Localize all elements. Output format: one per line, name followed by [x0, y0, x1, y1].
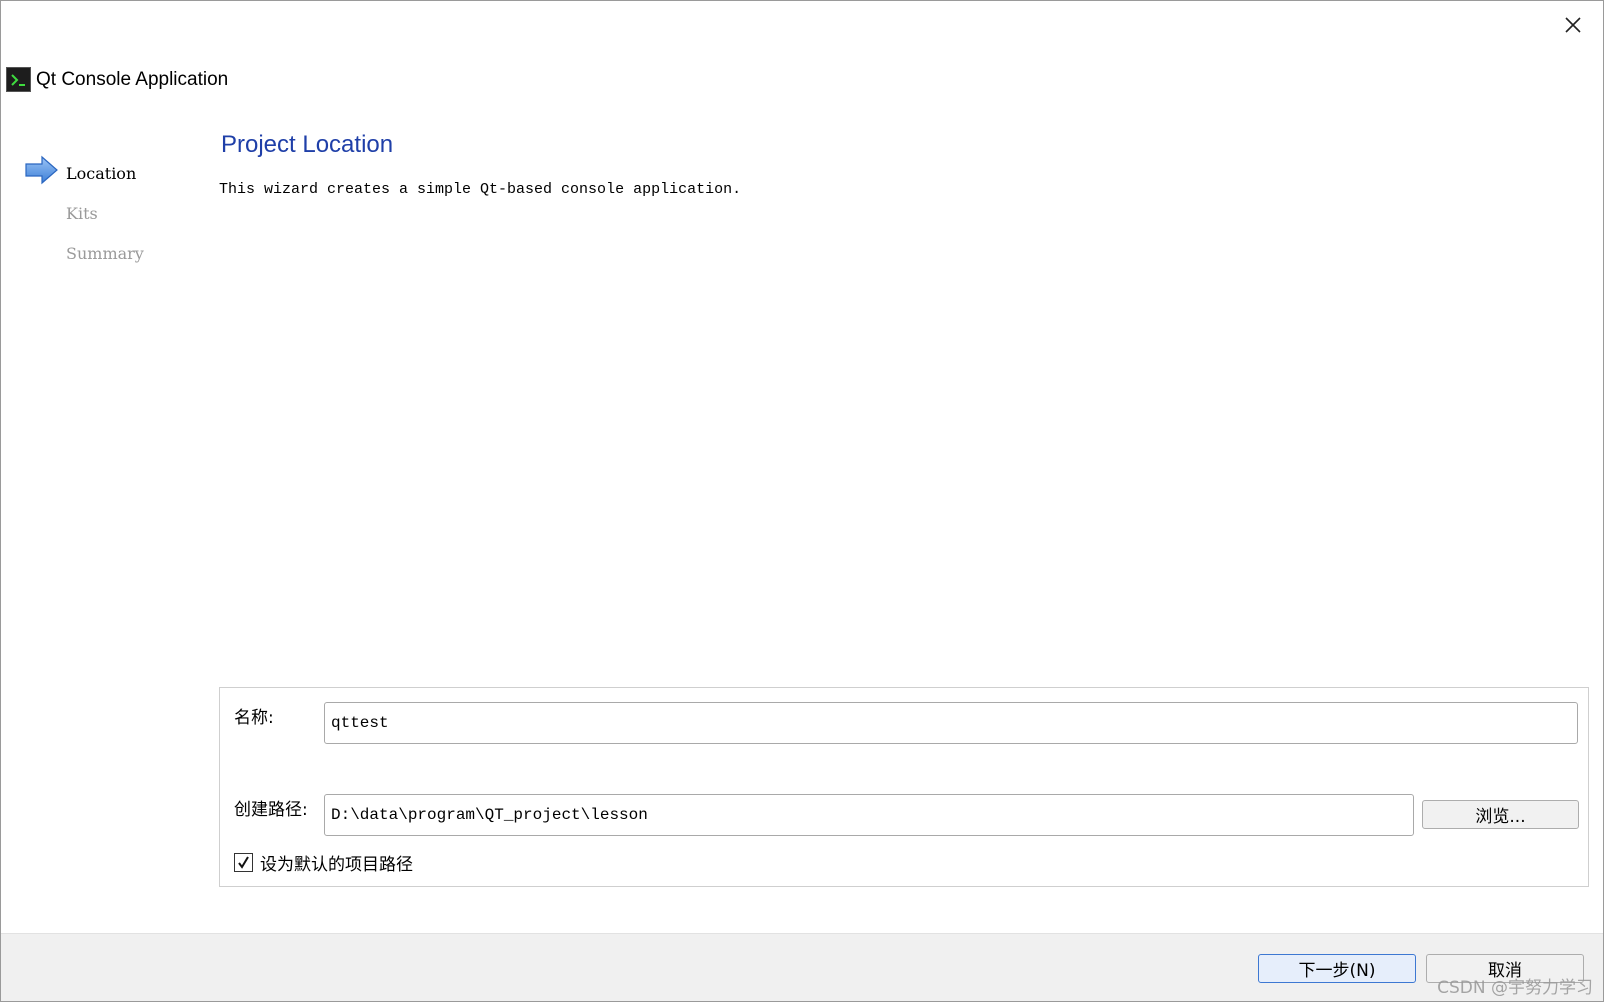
step-label: Kits: [66, 203, 98, 223]
default-path-option[interactable]: 设为默认的项目路径: [234, 850, 413, 875]
step-label: Location: [66, 163, 137, 183]
wizard-steps: Location Kits Summary: [25, 153, 144, 273]
step-kits: Kits: [25, 193, 144, 233]
step-label: Summary: [66, 243, 144, 263]
path-label: 创建路径:: [234, 800, 308, 820]
step-location: Location: [25, 153, 144, 193]
wizard-window: Qt Console Application Location Kits Sum…: [0, 0, 1604, 1002]
default-path-label: 设为默认的项目路径: [260, 855, 413, 875]
page-description: This wizard creates a simple Qt-based co…: [219, 181, 742, 198]
step-summary: Summary: [25, 233, 144, 273]
name-input[interactable]: qttest: [324, 702, 1578, 744]
browse-button[interactable]: 浏览...: [1422, 800, 1579, 829]
arrow-right-icon: [25, 155, 58, 185]
default-path-checkbox[interactable]: [234, 853, 253, 872]
wizard-footer: 下一步(N) 取消: [1, 933, 1603, 1001]
next-button[interactable]: 下一步(N): [1258, 954, 1416, 983]
project-form: 名称: qttest 创建路径: D:\data\program\QT_proj…: [219, 687, 1589, 887]
close-icon: [1565, 17, 1581, 33]
window-header: Qt Console Application: [6, 67, 228, 92]
checkmark-icon: [238, 856, 249, 869]
path-input[interactable]: D:\data\program\QT_project\lesson: [324, 794, 1414, 836]
watermark: CSDN @宇努力学习: [1437, 978, 1593, 998]
name-label: 名称:: [234, 708, 274, 728]
page-title: Project Location: [221, 131, 394, 158]
window-title: Qt Console Application: [36, 68, 229, 90]
console-app-icon: [6, 67, 31, 92]
close-button[interactable]: [1559, 11, 1587, 39]
